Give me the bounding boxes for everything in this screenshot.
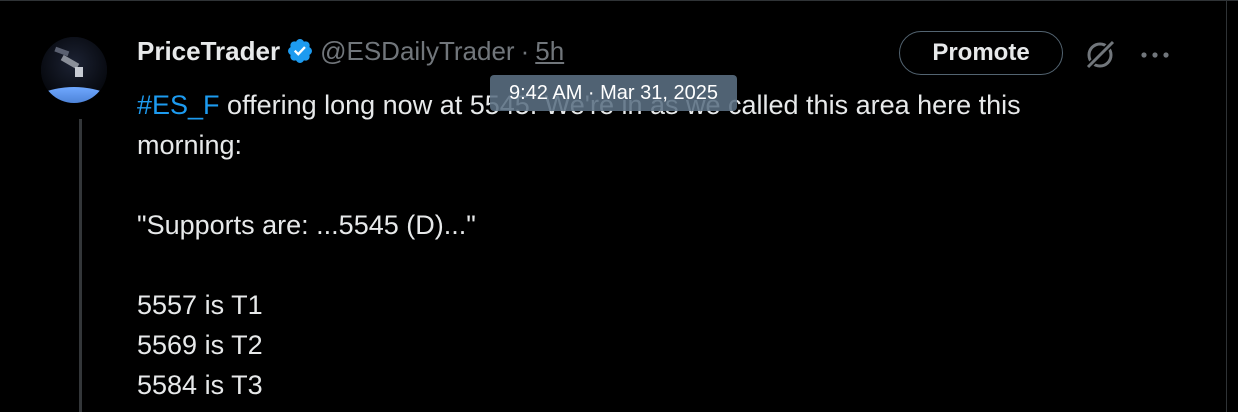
- post-line-6: 5557 is T1: [137, 290, 263, 320]
- avatar-image: [41, 37, 107, 103]
- post-line-4: "Supports are: ...5545 (D)...": [137, 210, 476, 240]
- tweet-card[interactable]: PriceTrader @ESDailyTrader · 5h Promote …: [0, 0, 1238, 412]
- post-line-2: morning:: [137, 130, 243, 160]
- verified-badge-icon[interactable]: [286, 37, 314, 65]
- column-divider: [1226, 1, 1227, 412]
- post-line-3: [137, 165, 1157, 205]
- grok-icon[interactable]: [1083, 38, 1117, 72]
- post-header: PriceTrader @ESDailyTrader · 5h: [137, 33, 564, 69]
- post-timestamp-link[interactable]: 5h: [535, 36, 564, 67]
- timestamp-tooltip: 9:42 AM · Mar 31, 2025: [490, 75, 737, 111]
- promote-button[interactable]: Promote: [899, 31, 1063, 75]
- author-display-name[interactable]: PriceTrader: [137, 36, 280, 67]
- more-options-icon[interactable]: [1138, 45, 1172, 65]
- separator-dot: ·: [520, 35, 530, 66]
- post-line-8: 5584 is T3: [137, 370, 263, 400]
- post-line-7: 5569 is T2: [137, 330, 263, 360]
- post-text: #ES_F offering long now at 5545. We're i…: [137, 85, 1157, 405]
- post-line-5: [137, 245, 1157, 285]
- hashtag-link[interactable]: #ES_F: [137, 90, 220, 120]
- thread-line: [79, 119, 82, 412]
- avatar[interactable]: [41, 37, 107, 103]
- author-handle[interactable]: @ESDailyTrader: [320, 36, 514, 67]
